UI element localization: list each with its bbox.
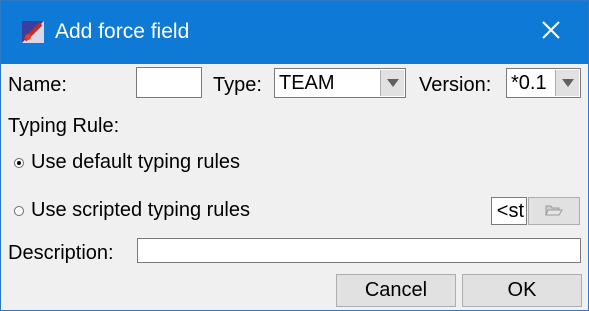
version-select[interactable]: *0.1 bbox=[506, 68, 581, 98]
radio-scripted-label: Use scripted typing rules bbox=[31, 199, 250, 221]
description-label: Description: bbox=[8, 242, 114, 264]
name-input[interactable] bbox=[136, 67, 202, 98]
folder-open-icon bbox=[545, 200, 563, 223]
script-path-field[interactable]: st> bbox=[491, 197, 527, 225]
type-select[interactable]: TEAM bbox=[274, 68, 406, 98]
radio-default-typing[interactable]: Use default typing rules bbox=[14, 151, 240, 174]
type-select-value: TEAM bbox=[279, 72, 335, 94]
radio-scripted-indicator[interactable] bbox=[14, 205, 24, 216]
type-label: Type: bbox=[213, 74, 262, 96]
close-button[interactable] bbox=[529, 15, 573, 51]
description-input[interactable] bbox=[137, 238, 581, 263]
version-select-value: *0.1 bbox=[511, 72, 547, 94]
window-title: Add force field bbox=[55, 20, 190, 43]
radio-default-indicator[interactable] bbox=[14, 157, 24, 168]
typing-rule-label: Typing Rule: bbox=[8, 115, 120, 137]
app-icon bbox=[22, 21, 44, 43]
chevron-down-icon[interactable] bbox=[380, 70, 404, 96]
radio-checked-dot bbox=[17, 160, 21, 165]
script-path-value: st> bbox=[496, 200, 524, 222]
chevron-down-icon[interactable] bbox=[555, 70, 579, 96]
radio-default-label: Use default typing rules bbox=[31, 151, 241, 173]
title-bar: Add force field bbox=[1, 1, 588, 64]
add-force-field-dialog: Add force field Name: Type: TEAM Version… bbox=[0, 0, 589, 311]
close-icon bbox=[541, 20, 561, 46]
version-label: Version: bbox=[419, 74, 492, 96]
radio-scripted-typing[interactable]: Use scripted typing rules bbox=[14, 199, 250, 222]
name-label: Name: bbox=[8, 74, 67, 96]
ok-button[interactable]: OK bbox=[462, 274, 582, 307]
cancel-button[interactable]: Cancel bbox=[336, 274, 456, 307]
browse-script-button[interactable] bbox=[528, 197, 580, 225]
